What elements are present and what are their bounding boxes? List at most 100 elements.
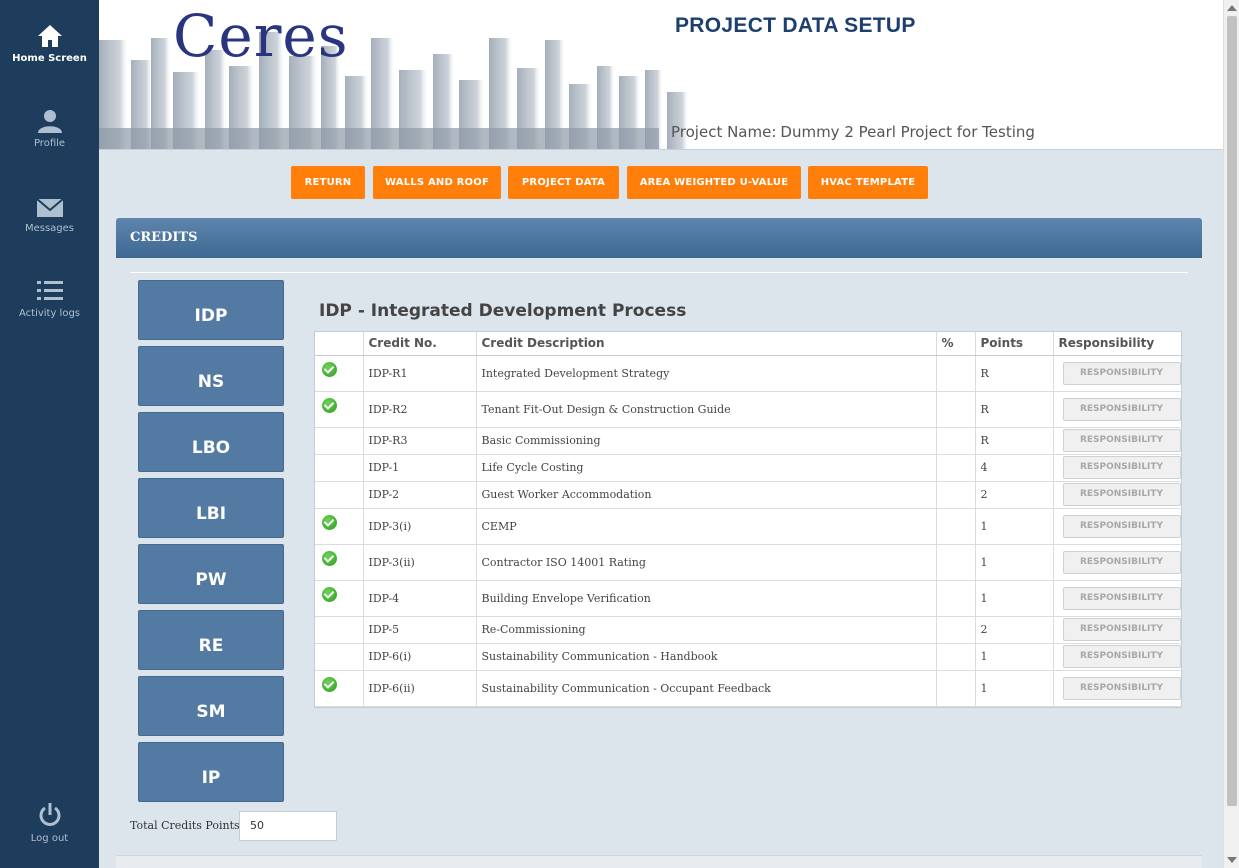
responsibility-cell: RESPONSIBILITY <box>1053 544 1183 581</box>
row-check-cell <box>315 427 364 455</box>
hvac-template-button[interactable]: HVAC TEMPLATE <box>808 166 928 199</box>
logout-button[interactable]: Log out <box>0 802 99 844</box>
responsibility-button[interactable]: RESPONSIBILITY <box>1062 676 1181 700</box>
table-row: IDP-6(ii) Sustainability Communication - … <box>315 670 1183 707</box>
credit-percent <box>936 616 976 644</box>
credit-points: 2 <box>975 481 1054 509</box>
row-check-cell <box>315 616 364 644</box>
user-icon <box>37 110 62 133</box>
scrollbar-thumb[interactable] <box>1227 16 1237 806</box>
area-weighted-u-value-button[interactable]: AREA WEIGHTED U-VALUE <box>627 166 801 199</box>
header-banner: Ceres PROJECT DATA SETUP Project Name: Du… <box>99 0 1223 150</box>
category-button-ns[interactable]: NS <box>138 346 284 406</box>
responsibility-button[interactable]: RESPONSIBILITY <box>1062 586 1181 610</box>
credit-description: Re-Commissioning <box>476 616 937 644</box>
row-check-cell <box>315 454 364 482</box>
responsibility-button[interactable]: RESPONSIBILITY <box>1062 429 1181 452</box>
category-button-lbi[interactable]: LBI <box>138 478 284 538</box>
table-row: IDP-R2 Tenant Fit-Out Design & Constructi… <box>315 391 1183 428</box>
responsibility-button[interactable]: RESPONSIBILITY <box>1062 645 1181 668</box>
credit-number: IDP-R2 <box>363 391 477 428</box>
table-row: IDP-3(i) CEMP 1 RESPONSIBILITY <box>315 508 1183 545</box>
project-data-button[interactable]: PROJECT DATA <box>508 166 619 199</box>
total-credits-input[interactable]: 50 <box>239 811 337 841</box>
table-row: IDP-2 Guest Worker Accommodation 2 RESPONSI… <box>315 481 1183 509</box>
walls-and-roof-button[interactable]: WALLS AND ROOF <box>373 166 501 199</box>
sidebar-item-label: Activity logs <box>18 308 81 319</box>
category-button-ip[interactable]: IP <box>138 742 284 802</box>
credit-points: R <box>975 427 1054 455</box>
credit-description: Sustainability Communication - Occupant … <box>476 670 937 707</box>
scroll-down-arrow-icon[interactable] <box>1227 857 1237 863</box>
credit-description: Integrated Development Strategy <box>476 355 937 392</box>
credit-number: IDP-R3 <box>363 427 477 455</box>
sidebar-item-label: Profile <box>33 138 66 149</box>
sidebar: Home Screen Profile Messages Activity lo… <box>0 0 99 868</box>
checkmark-icon <box>322 676 337 692</box>
project-name-label: Project Name: <box>671 123 777 141</box>
row-check-cell <box>315 670 364 707</box>
credit-number: IDP-5 <box>363 616 477 644</box>
category-button-pw[interactable]: PW <box>138 544 284 604</box>
total-credits-label: Total Credits Points: <box>130 819 244 832</box>
row-check-cell <box>315 544 364 581</box>
row-check-cell <box>315 508 364 545</box>
credit-description: Life Cycle Costing <box>476 454 937 482</box>
responsibility-button[interactable]: RESPONSIBILITY <box>1062 618 1181 641</box>
responsibility-cell: RESPONSIBILITY <box>1053 616 1183 644</box>
responsibility-button[interactable]: RESPONSIBILITY <box>1062 550 1181 574</box>
credit-percent <box>936 544 976 581</box>
category-button-sm[interactable]: SM <box>138 676 284 736</box>
credit-number: IDP-6(i) <box>363 643 477 671</box>
table-row: IDP-1 Life Cycle Costing 4 RESPONSIBILITY <box>315 454 1183 482</box>
page-scrollbar[interactable] <box>1223 0 1239 868</box>
responsibility-cell: RESPONSIBILITY <box>1053 454 1183 482</box>
responsibility-button[interactable]: RESPONSIBILITY <box>1062 361 1181 385</box>
credit-points: 1 <box>975 670 1054 707</box>
credit-description: Guest Worker Accommodation <box>476 481 937 509</box>
responsibility-button[interactable]: RESPONSIBILITY <box>1062 514 1181 538</box>
sidebar-item-activity-logs[interactable]: Activity logs <box>0 279 99 319</box>
home-icon <box>37 25 62 47</box>
credit-points: 1 <box>975 580 1054 617</box>
scroll-up-arrow-icon[interactable] <box>1227 5 1237 11</box>
credit-points: 1 <box>975 643 1054 671</box>
credit-number: IDP-R1 <box>363 355 477 392</box>
category-button-idp[interactable]: IDP <box>138 280 284 340</box>
category-button-lbo[interactable]: LBO <box>138 412 284 472</box>
credit-description: Sustainability Communication - Handbook <box>476 643 937 671</box>
credit-percent <box>936 355 976 392</box>
responsibility-cell: RESPONSIBILITY <box>1053 391 1183 428</box>
credit-percent <box>936 427 976 455</box>
footer-strip <box>116 855 1202 868</box>
column-header-check <box>315 332 364 356</box>
credit-description: Contractor ISO 14001 Rating <box>476 544 937 581</box>
column-header-points: Points <box>975 332 1054 356</box>
credit-percent <box>936 481 976 509</box>
envelope-icon <box>35 198 64 217</box>
checkmark-icon <box>322 397 337 413</box>
sidebar-item-label: Messages <box>24 223 75 234</box>
column-header-percent: % <box>936 332 976 356</box>
responsibility-cell: RESPONSIBILITY <box>1053 508 1183 545</box>
sidebar-item-profile[interactable]: Profile <box>0 109 99 149</box>
checkmark-icon <box>322 514 337 530</box>
return-button[interactable]: RETURN <box>291 166 365 199</box>
column-header-description: Credit Description <box>476 332 937 356</box>
row-check-cell <box>315 580 364 617</box>
responsibility-button[interactable]: RESPONSIBILITY <box>1062 483 1181 506</box>
sidebar-item-messages[interactable]: Messages <box>0 198 99 234</box>
row-check-cell <box>315 391 364 428</box>
row-check-cell <box>315 355 364 392</box>
category-button-re[interactable]: RE <box>138 610 284 670</box>
checkmark-icon <box>322 550 337 566</box>
sidebar-item-home[interactable]: Home Screen <box>0 24 99 64</box>
credit-percent <box>936 670 976 707</box>
table-row: IDP-R1 Integrated Development Strategy R RE… <box>315 355 1183 392</box>
responsibility-button[interactable]: RESPONSIBILITY <box>1062 456 1181 479</box>
credit-description: CEMP <box>476 508 937 545</box>
brand-logo: Ceres <box>173 2 349 70</box>
row-check-cell <box>315 643 364 671</box>
responsibility-button[interactable]: RESPONSIBILITY <box>1062 397 1181 421</box>
credit-number: IDP-4 <box>363 580 477 617</box>
